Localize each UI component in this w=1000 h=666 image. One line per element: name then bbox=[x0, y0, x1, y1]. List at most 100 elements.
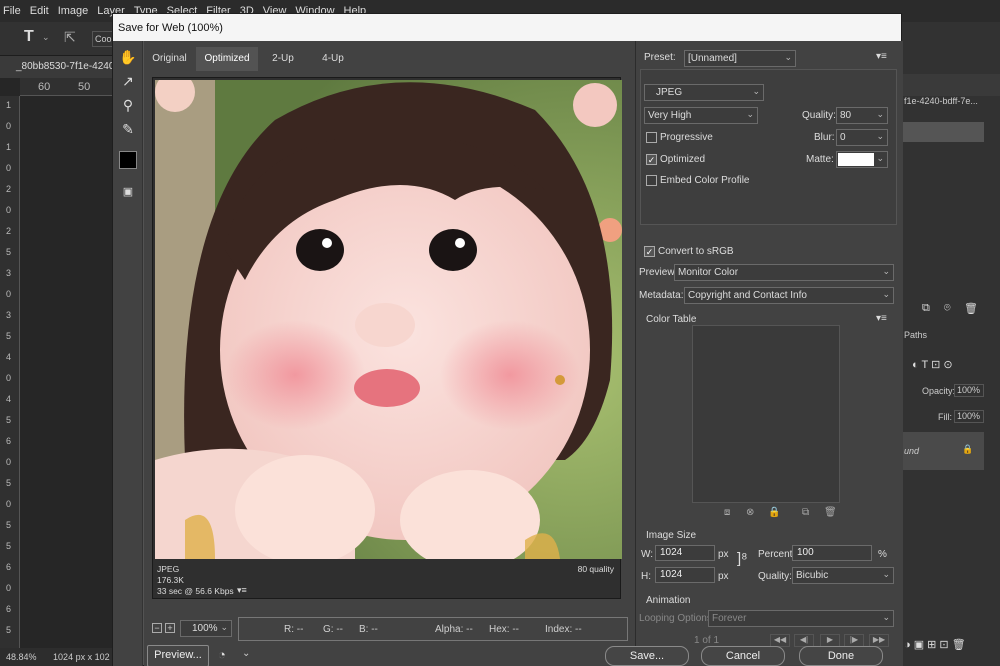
opacity-field[interactable]: 100% bbox=[954, 384, 984, 397]
tab-4up[interactable]: 4-Up bbox=[308, 47, 358, 71]
preset-select[interactable]: [Unnamed] ⌄ bbox=[684, 50, 796, 67]
quality-label: Quality: bbox=[802, 110, 836, 121]
chevron-down-icon[interactable]: ⌄ bbox=[42, 32, 50, 43]
width-field[interactable]: 1024 bbox=[655, 545, 715, 561]
ruler-tick-label: 0 bbox=[6, 289, 12, 299]
color-table-menu-icon[interactable]: ▾≡ bbox=[876, 313, 887, 324]
ruler-tick-label: 0 bbox=[6, 583, 12, 593]
opacity-label: Opacity: bbox=[922, 386, 956, 396]
new-layer-icon[interactable]: ⧉ bbox=[922, 302, 930, 315]
right-doc-tab[interactable]: f1e-4240-bdff-7e... bbox=[904, 96, 978, 106]
ruler-tick-label: 4 bbox=[6, 352, 12, 362]
tab-paths[interactable]: Paths bbox=[904, 330, 927, 340]
zoom-in-icon[interactable]: + bbox=[165, 623, 175, 633]
fill-label: Fill: bbox=[938, 412, 952, 422]
web-shift-icon[interactable]: ⊗ bbox=[746, 507, 754, 518]
map-transparent-icon[interactable]: ⧈ bbox=[724, 507, 730, 518]
ruler-tick-label: 5 bbox=[6, 541, 12, 551]
chevron-down-icon[interactable]: ⌄ bbox=[242, 648, 250, 659]
ruler-tick-label: 2 bbox=[6, 226, 12, 236]
hand-tool-icon[interactable]: ✋ bbox=[118, 47, 138, 67]
resample-select[interactable]: Bicubic ⌄ bbox=[792, 567, 894, 584]
eyedropper-tool-icon[interactable]: ✎ bbox=[118, 119, 138, 139]
color-readout: R: -- G: -- B: -- Alpha: -- Hex: -- Inde… bbox=[238, 617, 628, 641]
width-unit: px bbox=[718, 549, 729, 560]
optimized-label: Optimized bbox=[660, 154, 706, 165]
slice-select-tool-icon[interactable]: ↗ bbox=[118, 71, 138, 91]
trash-icon[interactable]: 🗑 bbox=[964, 302, 978, 315]
format-select[interactable]: JPEG ⌄ bbox=[644, 84, 764, 101]
embed-profile-checkbox[interactable] bbox=[646, 175, 657, 186]
percent-field[interactable]: 100 bbox=[792, 545, 872, 561]
info-format: JPEG bbox=[157, 564, 180, 574]
zoom-level-select[interactable]: 100% ⌄ bbox=[180, 620, 232, 637]
layer-panel-icons[interactable]: ◑ ▣ ⊞ ⊡ 🗑 bbox=[904, 638, 966, 651]
fill-field[interactable]: 100% bbox=[954, 410, 984, 423]
progressive-checkbox[interactable] bbox=[646, 132, 657, 143]
link-icon[interactable]: ]⁸ bbox=[737, 550, 748, 567]
settings-menu-icon[interactable]: ▾≡ bbox=[876, 51, 887, 62]
tab-original[interactable]: Original bbox=[144, 47, 195, 71]
done-button[interactable]: Done bbox=[799, 646, 883, 666]
tab-optimized[interactable]: Optimized bbox=[196, 47, 258, 71]
menu-image[interactable]: Image bbox=[58, 5, 89, 17]
preview-image[interactable] bbox=[155, 80, 622, 559]
menu-edit[interactable]: Edit bbox=[30, 5, 49, 17]
ruler-tick-label: 60 bbox=[38, 81, 51, 93]
ruler-tick-label: 5 bbox=[6, 520, 12, 530]
layer-row[interactable]: und 🔒 bbox=[902, 432, 984, 470]
looping-label: Looping Options: bbox=[639, 613, 715, 624]
status-doc-size: 1024 px x 102 bbox=[53, 652, 110, 662]
status-zoom[interactable]: 48.84% bbox=[6, 652, 37, 662]
document-tab[interactable]: _80bb8530-7f1e-4240-b bbox=[0, 56, 112, 78]
blur-label: Blur: bbox=[814, 132, 835, 143]
metadata-select[interactable]: Copyright and Contact Info ⌄ bbox=[684, 287, 894, 304]
type-orientation-icon[interactable]: ⇱ bbox=[64, 29, 76, 46]
lock-color-icon[interactable]: 🔒 bbox=[768, 507, 780, 518]
ruler-top: 60 50 bbox=[20, 78, 112, 96]
readout-b: B: -- bbox=[359, 624, 378, 635]
blur-value: 0 bbox=[840, 132, 846, 143]
delete-color-icon[interactable]: 🗑 bbox=[824, 507, 837, 518]
tab-2up[interactable]: 2-Up bbox=[258, 47, 308, 71]
chevron-down-icon: ⌄ bbox=[876, 131, 884, 141]
width-label: W: bbox=[641, 549, 654, 560]
ruler-tick-label: 0 bbox=[6, 163, 12, 173]
info-quality: 80 quality bbox=[577, 564, 614, 574]
font-family-field[interactable]: Coo bbox=[92, 31, 114, 47]
embed-profile-label: Embed Color Profile bbox=[660, 175, 750, 186]
matte-select[interactable]: ⌄ bbox=[836, 151, 888, 168]
eyedropper-color-swatch[interactable] bbox=[119, 151, 137, 169]
cancel-button[interactable]: Cancel bbox=[701, 646, 785, 666]
optimized-checkbox[interactable]: ✓ bbox=[646, 154, 657, 165]
color-table-grid bbox=[692, 325, 840, 503]
type-tool-icon[interactable]: T bbox=[24, 28, 34, 46]
zoom-out-icon[interactable]: − bbox=[152, 623, 162, 633]
zoom-tool-icon[interactable]: ⚲ bbox=[118, 95, 138, 115]
save-button[interactable]: Save... bbox=[605, 646, 689, 666]
download-options-icon[interactable]: ▾≡ bbox=[237, 585, 247, 596]
ruler-tick-label: 6 bbox=[6, 562, 12, 572]
menu-file[interactable]: File bbox=[3, 5, 21, 17]
convert-srgb-checkbox[interactable]: ✓ bbox=[644, 246, 655, 257]
height-field[interactable]: 1024 bbox=[655, 567, 715, 583]
quality-field[interactable]: 80 ⌄ bbox=[836, 107, 888, 124]
preview-color-select[interactable]: Monitor Color ⌄ bbox=[674, 264, 894, 281]
filter-icons[interactable]: ◐ T ⊡ ⊙ bbox=[912, 358, 953, 371]
ruler-tick-label: 0 bbox=[6, 457, 12, 467]
preview-button[interactable]: Preview... bbox=[147, 645, 209, 666]
browser-icon[interactable]: ◔ bbox=[218, 647, 226, 662]
blur-field[interactable]: 0 ⌄ bbox=[836, 129, 888, 146]
image-size-title: Image Size bbox=[646, 530, 697, 541]
camera-icon[interactable]: ⌾ bbox=[944, 302, 951, 315]
color-table-title: Color Table bbox=[646, 314, 697, 325]
looping-select[interactable]: Forever ⌄ bbox=[708, 610, 894, 627]
info-download-time: 33 sec @ 56.6 Kbps bbox=[157, 586, 234, 596]
toggle-slices-icon[interactable]: ▣ bbox=[118, 181, 138, 201]
lock-icon[interactable]: 🔒 bbox=[962, 444, 973, 455]
matte-color-swatch bbox=[838, 153, 874, 166]
ruler-tick-label: 6 bbox=[6, 604, 12, 614]
compression-select[interactable]: Very High ⌄ bbox=[644, 107, 758, 124]
new-color-icon[interactable]: ⧉ bbox=[802, 507, 809, 518]
image-info: JPEG 176.3K 33 sec @ 56.6 Kbps ▾≡ 80 qua… bbox=[155, 561, 622, 599]
